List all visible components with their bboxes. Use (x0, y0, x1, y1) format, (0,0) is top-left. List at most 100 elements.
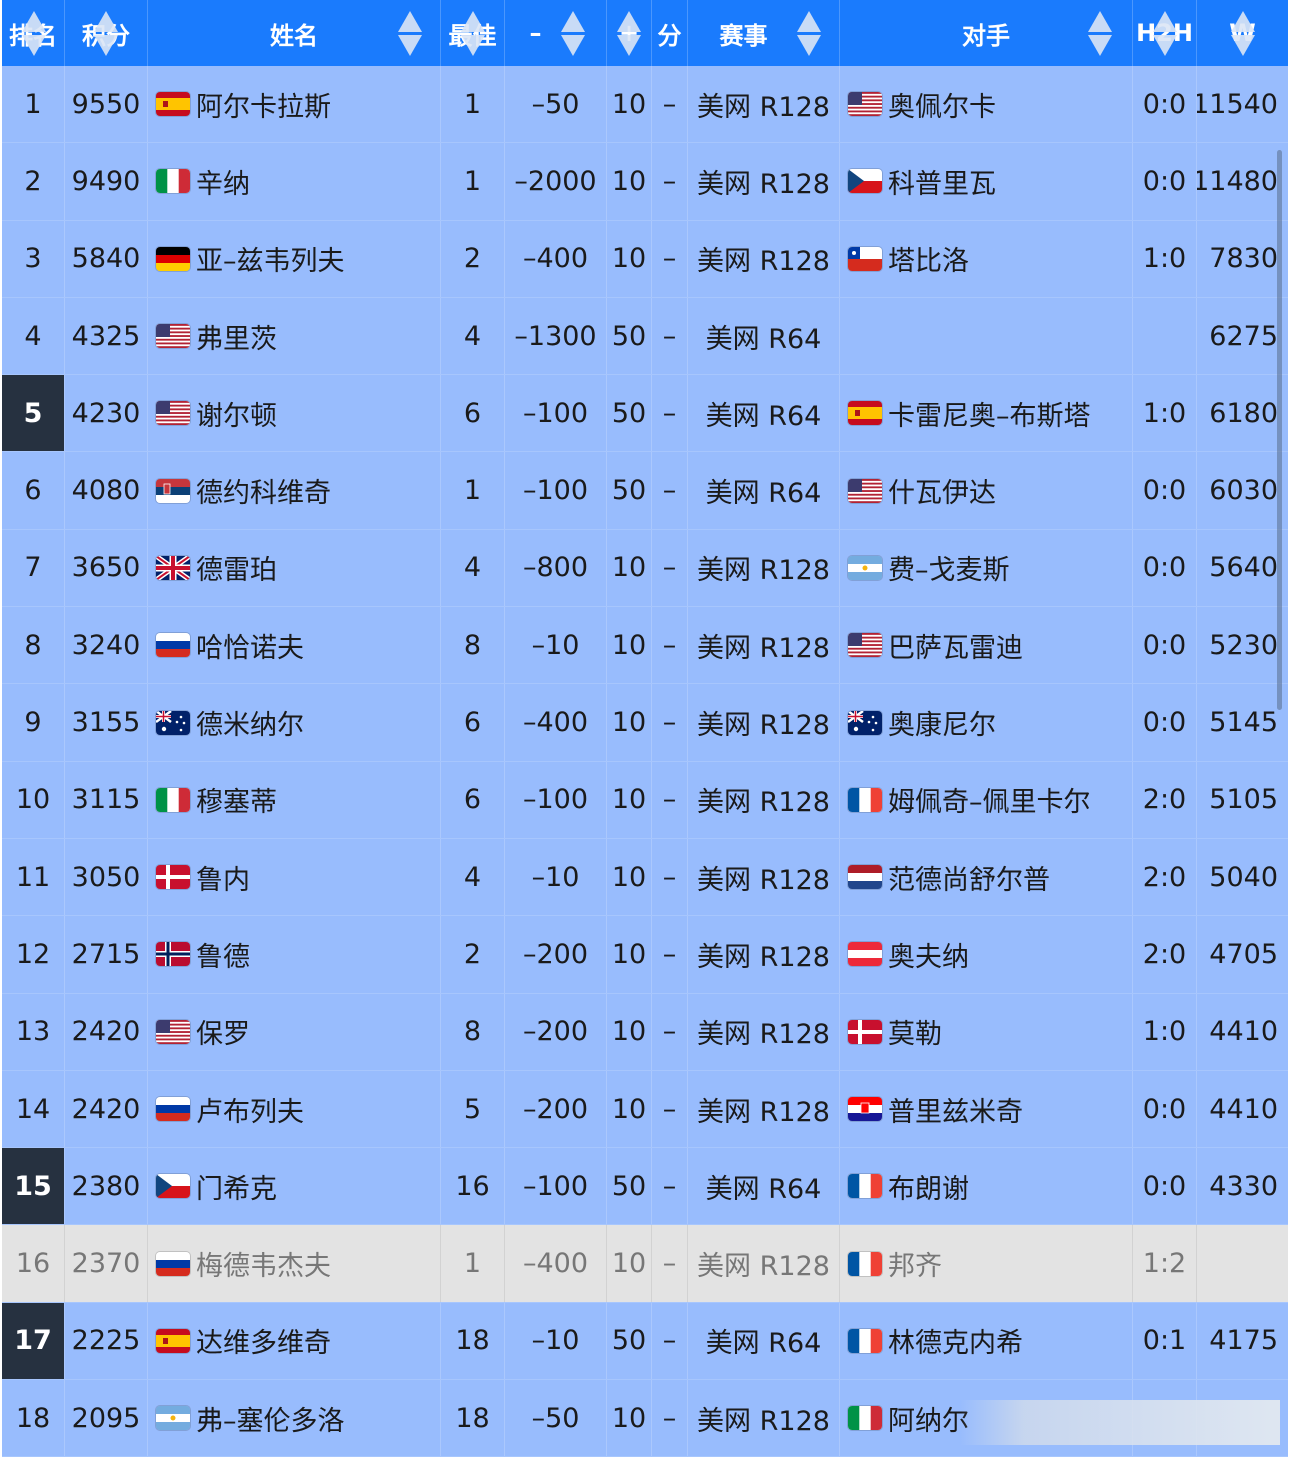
opponent-name: 费–戈麦斯 (888, 555, 1010, 587)
country-flag-icon (848, 401, 882, 426)
player-cell: 鲁德 (148, 916, 441, 993)
player-name: 辛纳 (196, 168, 250, 200)
points-cell: 2225 (65, 1302, 148, 1380)
player-cell: 辛纳 (148, 143, 441, 220)
table-row[interactable]: 4 4325 弗里茨 4 –1300 50 – 美网 R64 6275 (2, 297, 1288, 376)
vertical-scrollbar[interactable] (1277, 150, 1282, 710)
plus-cell: 10 (607, 838, 652, 916)
fen-cell: – (652, 375, 688, 452)
country-flag-icon (848, 787, 882, 812)
opponent-name: 林德克内希 (888, 1328, 1023, 1360)
points-cell: 2420 (65, 1070, 148, 1148)
country-flag-icon (156, 246, 190, 271)
country-flag-icon (848, 1097, 882, 1121)
table-row[interactable]: 2 9490 辛纳 1 –2000 10 – 美网 R128 科普里瓦 0:0 … (2, 143, 1288, 221)
country-flag-icon (848, 1406, 882, 1431)
best-cell: 8 (441, 607, 505, 684)
opponent-name: 卡雷尼奥–布斯塔 (888, 400, 1091, 432)
country-flag-icon (156, 633, 190, 658)
opponent-cell: 卡雷尼奥–布斯塔 (840, 375, 1133, 452)
header-best[interactable]: 最佳 (441, 0, 505, 66)
table-row[interactable]: 16 2370 梅德韦杰夫 1 –400 10 – 美网 R128 邦齐 1:2 (2, 1225, 1288, 1303)
table-row[interactable]: 7 3650 德雷珀 4 –800 10 – 美网 R128 费–戈麦斯 0:0… (2, 529, 1288, 608)
table-row[interactable]: 12 2715 鲁德 2 –200 10 – 美网 R128 奥夫纳 2:0 4… (2, 916, 1288, 994)
best-cell: 8 (441, 993, 505, 1070)
best-cell: 1 (441, 66, 505, 143)
table-row[interactable]: 5 4230 谢尔顿 6 –100 50 – 美网 R64 卡雷尼奥–布斯塔 1… (2, 375, 1288, 453)
rank-cell: 14 (2, 1070, 65, 1148)
event-cell: 美网 R128 (688, 1225, 840, 1302)
header-minus[interactable]: – (505, 0, 607, 66)
opponent-name: 姆佩奇–佩里卡尔 (888, 787, 1091, 819)
table-row[interactable]: 14 2420 卢布列夫 5 –200 10 – 美网 R128 普里兹米奇 0… (2, 1070, 1288, 1149)
country-flag-icon (848, 1019, 882, 1044)
opponent-name: 奥夫纳 (888, 941, 969, 973)
plus-cell: 10 (607, 1225, 652, 1302)
player-name: 亚–兹韦列夫 (196, 246, 345, 278)
points-cell: 5840 (65, 220, 148, 297)
table-row[interactable]: 17 2225 达维多维奇 18 –10 50 – 美网 R64 林德克内希 0… (2, 1302, 1288, 1381)
opponent-name: 布朗谢 (888, 1173, 969, 1205)
player-name: 德约科维奇 (196, 478, 331, 510)
player-name: 德雷珀 (196, 555, 277, 587)
table-row[interactable]: 15 2380 门希克 16 –100 50 – 美网 R64 布朗谢 0:0 … (2, 1148, 1288, 1226)
h2h-cell: 0:0 (1133, 143, 1197, 220)
player-name: 德米纳尔 (196, 710, 304, 742)
fen-cell: – (652, 1148, 688, 1225)
table-row[interactable]: 8 3240 哈恰诺夫 8 –10 10 – 美网 R128 巴萨瓦雷迪 0:0… (2, 607, 1288, 685)
table-row[interactable]: 3 5840 亚–兹韦列夫 2 –400 10 – 美网 R128 塔比洛 1:… (2, 220, 1288, 298)
table-row[interactable]: 13 2420 保罗 8 –200 10 – 美网 R128 莫勒 1:0 44… (2, 993, 1288, 1071)
best-cell: 4 (441, 297, 505, 375)
player-cell: 鲁内 (148, 838, 441, 916)
best-cell: 1 (441, 1225, 505, 1302)
country-flag-icon (156, 555, 190, 580)
table-row[interactable]: 10 3115 穆塞蒂 6 –100 10 – 美网 R128 姆佩奇–佩里卡尔… (2, 761, 1288, 839)
plus-cell: 50 (607, 297, 652, 375)
fen-cell: – (652, 838, 688, 916)
event-cell: 美网 R128 (688, 66, 840, 143)
opponent-cell: 奥佩尔卡 (840, 66, 1133, 143)
header-name[interactable]: 姓名 (148, 0, 441, 66)
w-cell: 6275 (1209, 320, 1278, 352)
event-cell: 美网 R64 (688, 297, 840, 375)
points-cell: 3155 (65, 684, 148, 761)
w-cell: 4410 (1209, 1016, 1278, 1048)
event-cell: 美网 R128 (688, 143, 840, 220)
header-h2h[interactable]: H2H (1133, 0, 1197, 66)
country-flag-icon (156, 710, 190, 735)
header-rank[interactable]: 排名 (2, 0, 65, 66)
h2h-cell: 2:0 (1133, 916, 1197, 993)
rank-cell: 15 (2, 1148, 65, 1225)
header-plus[interactable]: + (607, 0, 652, 66)
best-cell: 5 (441, 1070, 505, 1148)
opponent-cell (840, 297, 1133, 375)
header-points[interactable]: 积分 (65, 0, 148, 66)
table-row[interactable]: 9 3155 德米纳尔 6 –400 10 – 美网 R128 奥康尼尔 0:0… (2, 684, 1288, 762)
country-flag-icon (156, 1174, 190, 1199)
header-w[interactable]: W (1197, 0, 1288, 66)
header-event[interactable]: 赛事 (688, 0, 840, 66)
country-flag-icon (156, 92, 190, 117)
player-cell: 保罗 (148, 993, 441, 1070)
player-name: 保罗 (196, 1019, 250, 1051)
points-cell: 3115 (65, 761, 148, 838)
best-cell: 2 (441, 220, 505, 297)
country-flag-icon (156, 324, 190, 349)
plus-cell: 50 (607, 452, 652, 529)
country-flag-icon (848, 169, 882, 194)
w-cell: 7830 (1209, 243, 1278, 275)
plus-cell: 50 (607, 375, 652, 452)
minus-cell: –400 (505, 220, 607, 297)
opponent-name: 巴萨瓦雷迪 (888, 632, 1023, 664)
country-flag-icon (156, 1406, 190, 1431)
table-row[interactable]: 1 9550 阿尔卡拉斯 1 –50 10 – 美网 R128 奥佩尔卡 0:0… (2, 66, 1288, 144)
w-cell: 5230 (1209, 629, 1278, 661)
table-row[interactable]: 11 3050 鲁内 4 –10 10 – 美网 R128 范德尚舒尔普 2:0… (2, 838, 1288, 917)
w-cell: 4705 (1209, 938, 1278, 970)
header-fen[interactable]: 分 (652, 0, 688, 66)
header-opponent[interactable]: 对手 (840, 0, 1133, 66)
table-row[interactable]: 6 4080 德约科维奇 1 –100 50 – 美网 R64 什瓦伊达 0:0… (2, 452, 1288, 530)
points-cell: 4080 (65, 452, 148, 529)
minus-cell: –100 (505, 375, 607, 452)
country-flag-icon (848, 92, 882, 117)
